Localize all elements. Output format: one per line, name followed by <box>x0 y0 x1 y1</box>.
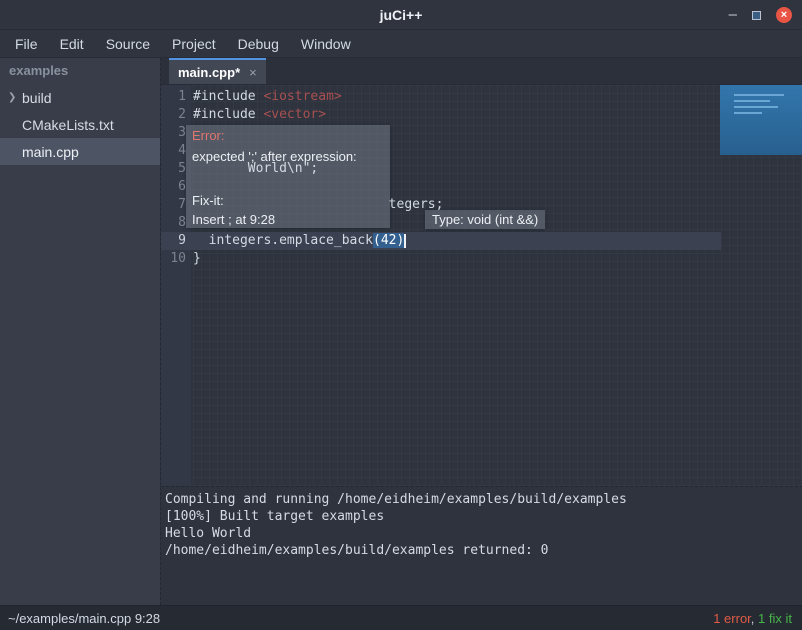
main-panel: main.cpp* × Error: expected ';' after ex… <box>160 58 802 605</box>
tree-item-label: build <box>22 90 52 106</box>
menu-bar: File Edit Source Project Debug Window <box>0 30 802 58</box>
tab-close-icon[interactable]: × <box>249 65 257 80</box>
tab-bar: main.cpp* × <box>161 58 802 85</box>
window-title: juCi++ <box>0 0 802 30</box>
menu-source[interactable]: Source <box>95 30 161 58</box>
minimap-line <box>734 106 778 108</box>
code-line[interactable]: 1 #include <iostream> <box>161 88 802 106</box>
code-text: #include <iostream> <box>186 88 342 106</box>
code-line[interactable]: 2 #include <vector> <box>161 106 802 124</box>
cursor-location: ~/examples/main.cpp 9:28 <box>8 611 160 626</box>
code-text: #include <vector> <box>186 106 326 124</box>
line-number: 2 <box>161 106 186 124</box>
diagnostics-summary: 1 error, 1 fix it <box>713 611 792 626</box>
code-line[interactable]: 6 <box>161 178 802 196</box>
file-tree-panel: examples ❯ build CMakeLists.txt main.cpp <box>0 58 160 605</box>
project-name-header: examples <box>0 58 160 84</box>
chevron-right-icon[interactable]: ❯ <box>8 92 22 103</box>
code-text <box>186 178 193 196</box>
code-text <box>186 142 193 160</box>
tree-item-label: main.cpp <box>22 144 79 160</box>
line-number: 5 <box>161 160 186 178</box>
tree-item-cmakelists[interactable]: CMakeLists.txt <box>0 111 160 138</box>
code-text <box>186 124 193 142</box>
code-text: integers.emplace_back(42) <box>186 232 406 250</box>
tree-item-main-cpp[interactable]: main.cpp <box>0 138 160 165</box>
text-cursor <box>404 234 406 248</box>
menu-edit[interactable]: Edit <box>49 30 95 58</box>
separator: , <box>751 611 758 626</box>
line-number: 10 <box>161 250 186 268</box>
code-lines: 1 #include <iostream> 2 #include <vector… <box>161 88 802 268</box>
code-line[interactable]: 3 <box>161 124 802 142</box>
menu-file[interactable]: File <box>4 30 49 58</box>
code-text: } <box>186 250 201 268</box>
minimize-button[interactable]: – <box>729 0 737 30</box>
maximize-button[interactable] <box>752 11 761 20</box>
code-line[interactable]: 10 } <box>161 250 802 268</box>
line-number: 7 <box>161 196 186 214</box>
bracket-selection: (42) <box>373 233 404 248</box>
code-text: World\n"; <box>186 160 318 178</box>
title-bar: juCi++ – × <box>0 0 802 30</box>
code-line[interactable]: 4 <box>161 142 802 160</box>
terminal-line: Compiling and running /home/eidheim/exam… <box>165 491 802 508</box>
tab-label: main.cpp* <box>178 65 240 80</box>
status-bar: ~/examples/main.cpp 9:28 1 error, 1 fix … <box>0 605 802 630</box>
minimap-line <box>734 100 770 102</box>
terminal-line: [100%] Built target examples <box>165 508 802 525</box>
minimap-line <box>734 112 762 114</box>
line-number: 6 <box>161 178 186 196</box>
fixit-count: 1 fix it <box>758 611 792 626</box>
code-line[interactable]: 5 World\n"; <box>161 160 802 178</box>
build-terminal[interactable]: Compiling and running /home/eidheim/exam… <box>161 486 802 605</box>
line-number: 4 <box>161 142 186 160</box>
menu-debug[interactable]: Debug <box>227 30 290 58</box>
code-line[interactable]: 7 tegers; <box>161 196 802 214</box>
code-text: tegers; <box>186 196 443 214</box>
line-number: 8 <box>161 214 186 232</box>
overview-minimap[interactable] <box>720 85 802 155</box>
close-button[interactable]: × <box>776 7 792 23</box>
terminal-line: /home/eidheim/examples/build/examples re… <box>165 542 802 559</box>
tree-item-build[interactable]: ❯ build <box>0 84 160 111</box>
minimap-line <box>734 94 784 96</box>
window-controls: – × <box>729 0 792 30</box>
line-number: 9 <box>161 232 186 250</box>
line-number: 1 <box>161 88 186 106</box>
line-number: 3 <box>161 124 186 142</box>
menu-project[interactable]: Project <box>161 30 227 58</box>
tree-item-label: CMakeLists.txt <box>22 117 114 133</box>
code-line-current[interactable]: 9 integers.emplace_back(42) <box>161 232 721 250</box>
error-count: 1 error <box>713 611 751 626</box>
jucipp-window: juCi++ – × File Edit Source Project Debu… <box>0 0 802 630</box>
terminal-line: Hello World <box>165 525 802 542</box>
menu-window[interactable]: Window <box>290 30 362 58</box>
tab-main-cpp[interactable]: main.cpp* × <box>169 58 266 84</box>
code-text <box>186 214 193 232</box>
code-line[interactable]: 8 <box>161 214 802 232</box>
code-editor[interactable]: Error: expected ';' after expression: Fi… <box>161 85 802 486</box>
